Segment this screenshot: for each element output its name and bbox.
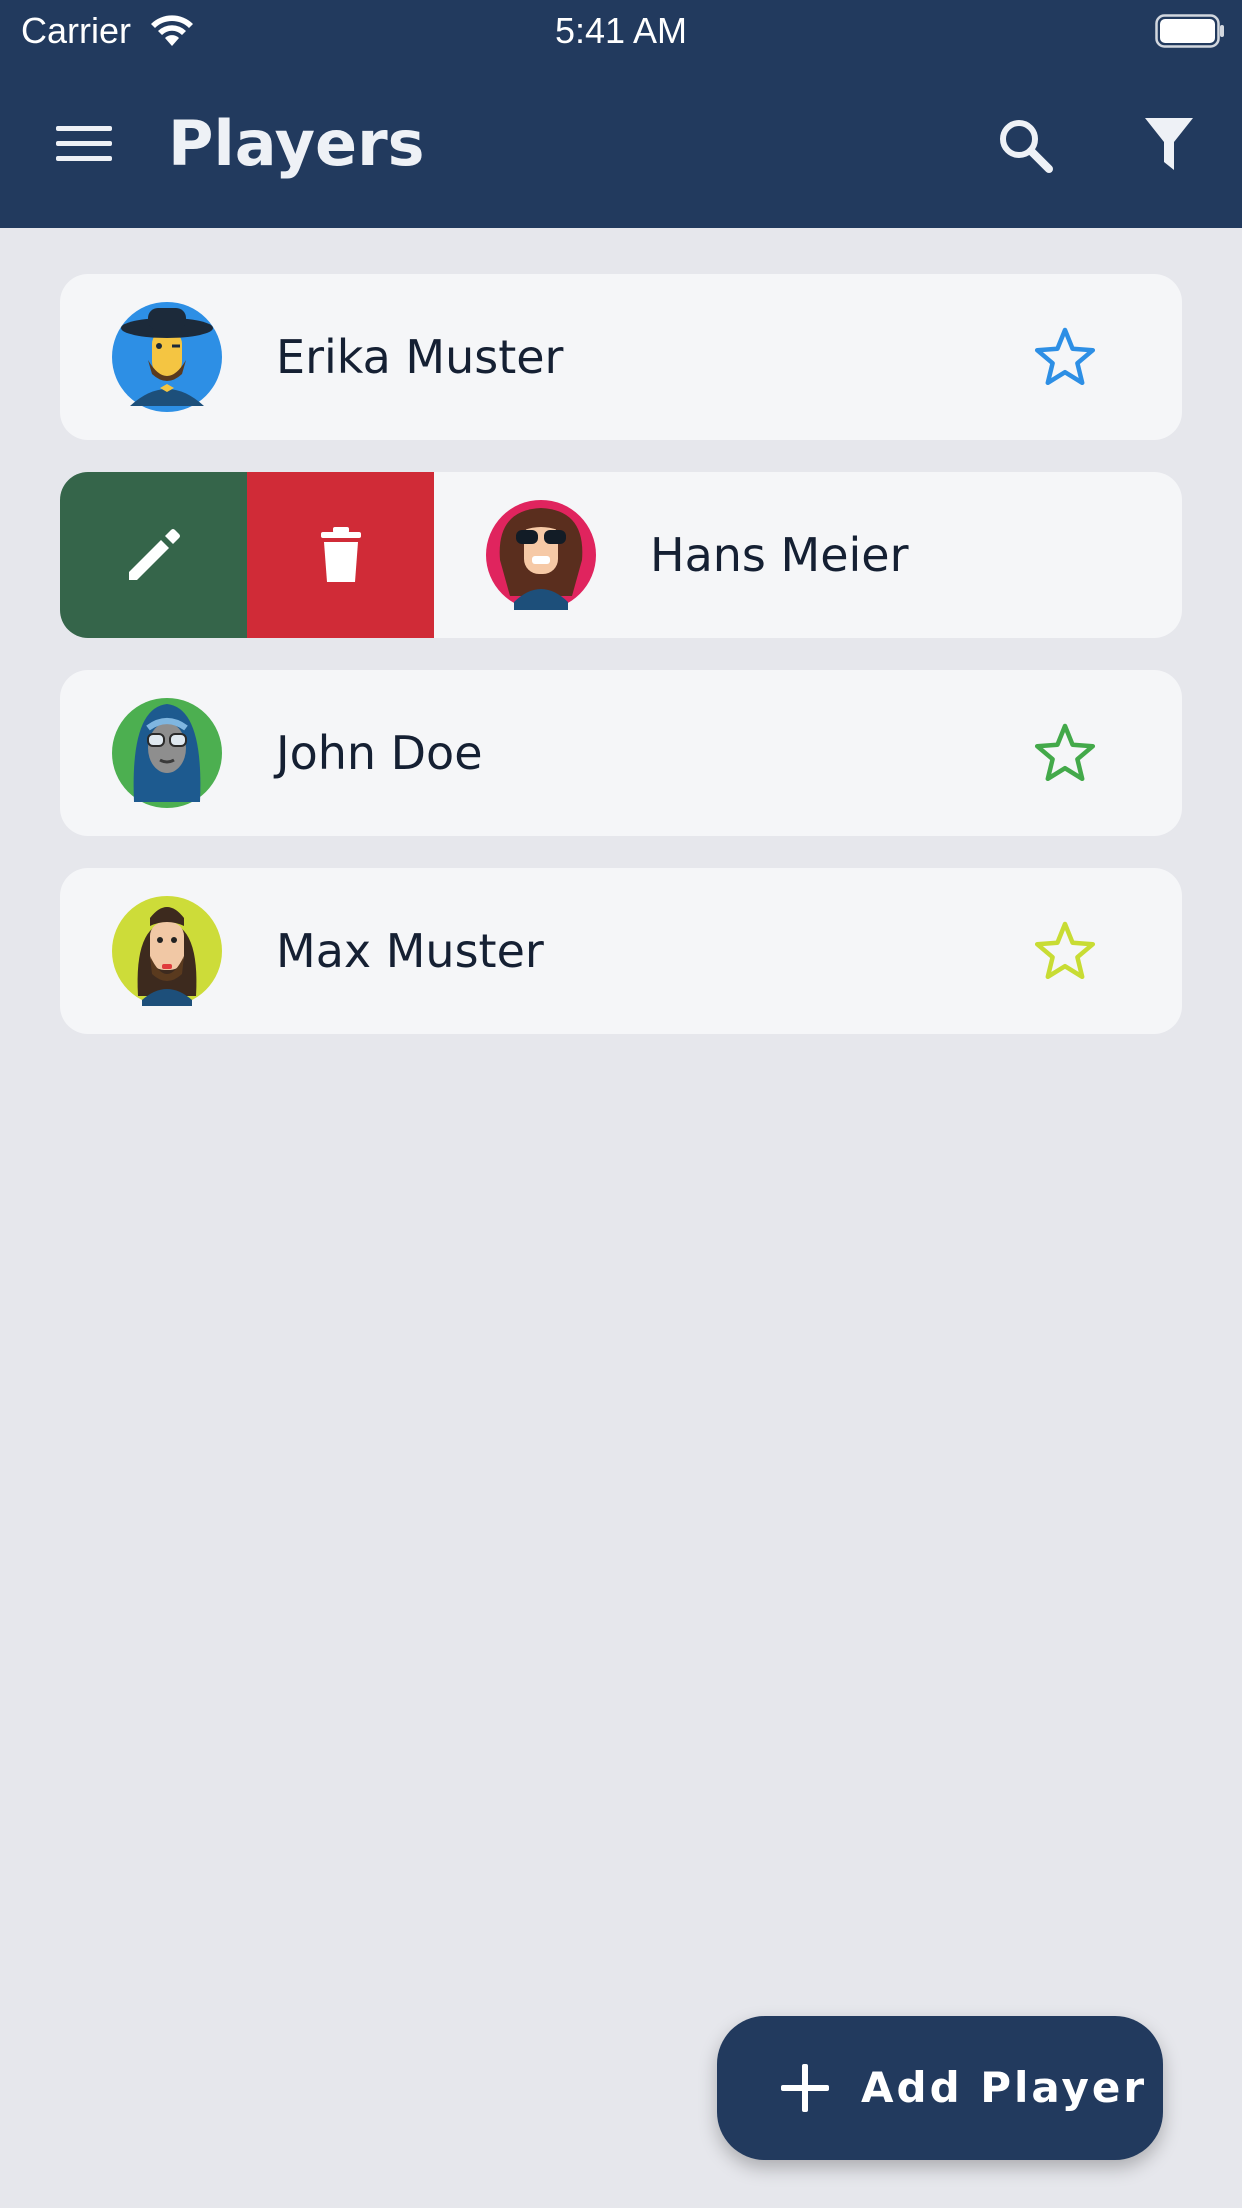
page-title: Players <box>168 107 425 180</box>
trash-icon <box>320 527 361 582</box>
avatar <box>112 698 222 808</box>
player-name: John Doe <box>276 726 483 780</box>
favorite-star-icon[interactable] <box>1034 920 1096 980</box>
avatar <box>486 500 596 610</box>
list-item[interactable]: John Doe <box>60 670 1182 836</box>
list-item[interactable]: Max Muster <box>60 868 1182 1034</box>
delete-button[interactable] <box>247 472 434 638</box>
filter-icon[interactable] <box>1143 116 1195 174</box>
list-item[interactable]: Erika Muster <box>60 274 1182 440</box>
app-bar: Players <box>0 62 1242 228</box>
pencil-icon <box>128 529 180 580</box>
menu-icon[interactable] <box>56 122 112 166</box>
clock: 5:41 AM <box>554 10 688 51</box>
avatar <box>112 896 222 1006</box>
player-name: Hans Meier <box>650 528 909 582</box>
search-icon[interactable] <box>996 116 1054 174</box>
edit-button[interactable] <box>60 472 247 638</box>
add-player-button[interactable]: Add Player <box>717 2016 1163 2160</box>
plus-icon <box>781 2064 829 2112</box>
top-bar: Carrier 5:41 AM Players <box>0 0 1242 228</box>
status-bar: Carrier 5:41 AM <box>0 0 1242 62</box>
battery-icon <box>1155 14 1224 48</box>
player-name: Erika Muster <box>276 330 564 384</box>
avatar <box>112 302 222 412</box>
favorite-star-icon[interactable] <box>1034 722 1096 782</box>
player-name: Max Muster <box>276 924 544 978</box>
favorite-star-icon[interactable] <box>1034 326 1096 386</box>
add-player-label: Add Player <box>861 2063 1148 2112</box>
list-item[interactable]: Hans Meier <box>60 472 1182 638</box>
